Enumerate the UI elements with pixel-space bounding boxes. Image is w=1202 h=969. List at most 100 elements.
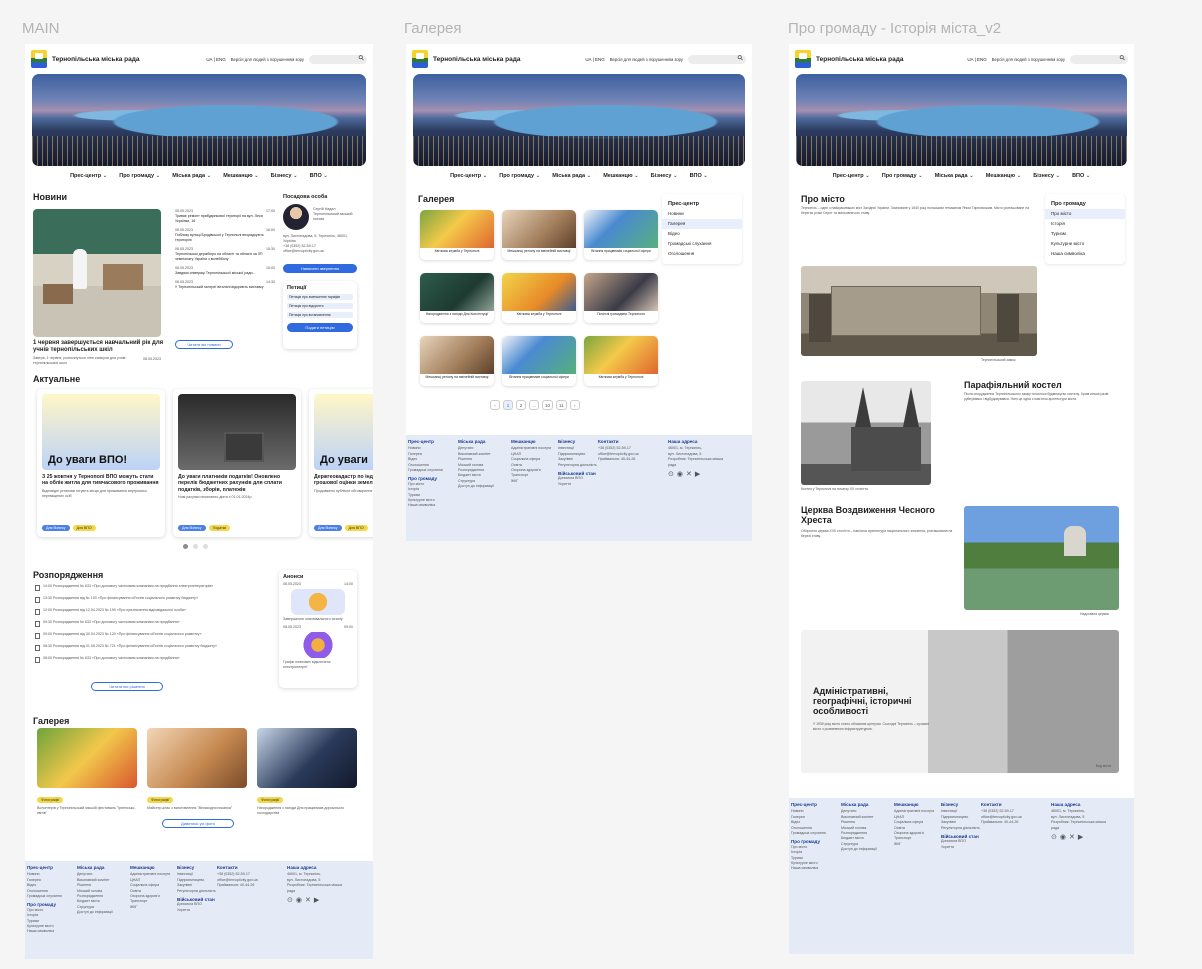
- carousel-dot[interactable]: [193, 544, 198, 549]
- gallery-photo[interactable]: [37, 728, 137, 788]
- instagram-icon[interactable]: ⊙: [668, 471, 674, 478]
- search-input[interactable]: [688, 54, 746, 64]
- order-text[interactable]: 13:30 Розпорядження від № 100 «Про фінан…: [43, 596, 198, 601]
- order-text[interactable]: 09:30 Розпорядження № 633 «Про допомогу …: [43, 620, 180, 625]
- footer-link[interactable]: Приймальня: 40-44-26: [598, 457, 658, 462]
- news-headline[interactable]: 1 червня завершується навчальний рік для…: [33, 340, 165, 354]
- all-orders-button[interactable]: Читати всі рішення: [91, 682, 163, 691]
- sidebar-item-about[interactable]: Про місто: [1045, 209, 1125, 219]
- gallery-item[interactable]: Мешканці регіону на ювілейній виставці: [502, 210, 576, 260]
- footer-col-title[interactable]: Міська рада: [841, 802, 901, 807]
- nav-idp[interactable]: ВПО: [690, 173, 708, 179]
- nav-residents[interactable]: Мешканцю: [986, 173, 1022, 179]
- gallery-item[interactable]: Мешканці регіону на ювілейній виставці: [420, 336, 494, 386]
- nav-press[interactable]: Прес-центр: [833, 173, 870, 179]
- carousel-dots[interactable]: [183, 544, 208, 549]
- twitter-icon[interactable]: ✕: [305, 897, 311, 904]
- gallery-item[interactable]: Квіткова клумба у Тернополі: [502, 273, 576, 323]
- order-text[interactable]: 09:00 Розпорядження від 30.04.2023 № 120…: [43, 632, 201, 637]
- footer-link[interactable]: Приймальня: 40-44-26: [981, 820, 1041, 825]
- news-main-image[interactable]: [33, 209, 161, 337]
- sidebar-item-history[interactable]: Історія: [1051, 219, 1119, 229]
- youtube-icon[interactable]: ▶: [314, 897, 319, 904]
- gallery-card[interactable]: Фотографії Волонтерів у Тернопільській мі…: [37, 728, 137, 815]
- order-item[interactable]: 08:00 Розпорядження № 633 «Про допомогу …: [35, 656, 265, 663]
- gallery-caption[interactable]: Волонтерів у Тернопільській міській фест…: [37, 806, 137, 816]
- city-logo-icon[interactable]: [412, 50, 428, 68]
- news-item-text[interactable]: Поблизу вулиці Бродівської у Тернополі в…: [175, 233, 275, 243]
- facebook-icon[interactable]: ◉: [1060, 834, 1066, 841]
- news-list-item[interactable]: 08.05.2023 15:00 Завдяки співпраці Тернопі…: [175, 266, 275, 276]
- announce-text[interactable]: Графік планових відключень електроенергі…: [283, 660, 353, 670]
- language-switch[interactable]: UA | ENG: [967, 57, 986, 62]
- actual-card[interactable]: До уваги платників податків! Оновлено пе…: [173, 389, 301, 537]
- footer-link[interactable]: Розробник: Тернопільська міська рада: [1051, 820, 1111, 831]
- footer-col-title[interactable]: Наша адреса: [1051, 802, 1111, 807]
- order-item[interactable]: 14:00 Розпорядження № 633 «Про допомогу …: [35, 584, 265, 591]
- order-text[interactable]: 12:00 Розпорядження від 12.04.2023 № 199…: [43, 608, 186, 613]
- actual-card-title[interactable]: Держгеокадастр по індексацію нормативної…: [314, 474, 373, 487]
- nav-idp[interactable]: ВПО: [1072, 173, 1090, 179]
- carousel-dot[interactable]: [183, 544, 188, 549]
- gallery-caption[interactable]: Майстер-клас з виготовлення "Великодня п…: [147, 806, 247, 811]
- gallery-item[interactable]: Вітання працівників соціальної сфери: [502, 336, 576, 386]
- actual-card-title[interactable]: З 25 жовтня у Тернополі ВПО можуть стати…: [42, 474, 160, 487]
- nav-community[interactable]: Про громаду: [882, 173, 923, 179]
- nav-press[interactable]: Прес-центр: [450, 173, 487, 179]
- footer-col-title[interactable]: Контакти: [217, 865, 277, 870]
- sidebar-item-announcements[interactable]: Оголошення: [668, 249, 736, 259]
- footer-col-title[interactable]: Міська рада: [458, 439, 518, 444]
- city-logo-icon[interactable]: [795, 50, 811, 68]
- facebook-icon[interactable]: ◉: [677, 471, 683, 478]
- nav-business[interactable]: Бізнесу: [271, 173, 298, 179]
- actual-tag[interactable]: Для ВПО: [344, 525, 368, 531]
- sidebar-item-gallery[interactable]: Галерея: [662, 219, 742, 229]
- actual-card-title[interactable]: До уваги платників податків! Оновлено пе…: [178, 474, 296, 493]
- nav-business[interactable]: Бізнесу: [651, 173, 678, 179]
- footer-col-title[interactable]: Контакти: [981, 802, 1041, 807]
- sidebar-item-video[interactable]: Відео: [668, 229, 736, 239]
- language-switch[interactable]: UA | ENG: [585, 57, 604, 62]
- footer-link[interactable]: Доступ до інформації: [841, 847, 901, 852]
- nav-press[interactable]: Прес-центр: [70, 173, 107, 179]
- carousel-dot[interactable]: [203, 544, 208, 549]
- footer-col-title[interactable]: Наша адреса: [668, 439, 728, 444]
- sidebar-item-hearings[interactable]: Громадські слухання: [668, 239, 736, 249]
- footer-link[interactable]: Регуляторна діяльність: [177, 889, 237, 894]
- page-button[interactable]: 10: [542, 400, 554, 410]
- low-vision-link[interactable]: Версія для людей з порушенням зору: [610, 57, 683, 62]
- footer-link[interactable]: Укриття: [558, 482, 618, 487]
- gallery-photo[interactable]: [147, 728, 247, 788]
- nav-residents[interactable]: Мешканцю: [223, 173, 259, 179]
- news-item-text[interactable]: Триває ремонт прибудинкової території на…: [175, 214, 275, 224]
- low-vision-link[interactable]: Версія для людей з порушенням зору: [231, 57, 304, 62]
- nav-council[interactable]: Міська рада: [552, 173, 591, 179]
- page-button[interactable]: ...: [529, 400, 539, 410]
- news-list-item[interactable]: 08.05.2023 15:30 Тернопільські держбюро на…: [175, 247, 275, 262]
- footer-link[interactable]: Регуляторна діяльність: [941, 826, 1001, 831]
- all-photos-button[interactable]: Дивитись усі фото: [162, 819, 234, 828]
- gallery-photo[interactable]: [257, 728, 357, 788]
- youtube-icon[interactable]: ▶: [1078, 834, 1083, 841]
- news-list-item[interactable]: 08.05.2023 16:00 Поблизу вулиці Бродівсько…: [175, 228, 275, 243]
- gallery-item[interactable]: Нагородження з нагоди Дня Конституції: [420, 273, 494, 323]
- footer-link[interactable]: Укриття: [941, 845, 1001, 850]
- news-list-item[interactable]: 08.05.2023 14:30 У Тернопільській галереї …: [175, 280, 275, 290]
- footer-link[interactable]: Наша символіка: [408, 503, 468, 508]
- search-input[interactable]: [1070, 54, 1128, 64]
- submit-petition-button[interactable]: Подати петицію: [287, 323, 353, 332]
- page-button[interactable]: ›: [569, 400, 580, 410]
- write-appeal-button[interactable]: Написати звернення: [283, 264, 357, 273]
- youtube-icon[interactable]: ▶: [695, 471, 700, 478]
- footer-link[interactable]: Доступ до інформації: [77, 910, 137, 915]
- nav-community[interactable]: Про громаду: [499, 173, 540, 179]
- footer-link[interactable]: Наша символіка: [27, 929, 87, 934]
- gallery-caption[interactable]: Нагородження з нагоди Дня працівників до…: [257, 806, 357, 816]
- news-item-text[interactable]: У Тернопільській галереї вітальні відкри…: [175, 285, 275, 290]
- twitter-icon[interactable]: ✕: [686, 471, 692, 478]
- actual-tag[interactable]: Для бізнесу: [314, 525, 342, 531]
- nav-residents[interactable]: Мешканцю: [603, 173, 639, 179]
- gallery-item[interactable]: Квіткова клумба у Тернополі: [584, 336, 658, 386]
- instagram-icon[interactable]: ⊙: [287, 897, 293, 904]
- sidebar-item-culture[interactable]: Культурне місто: [1051, 239, 1119, 249]
